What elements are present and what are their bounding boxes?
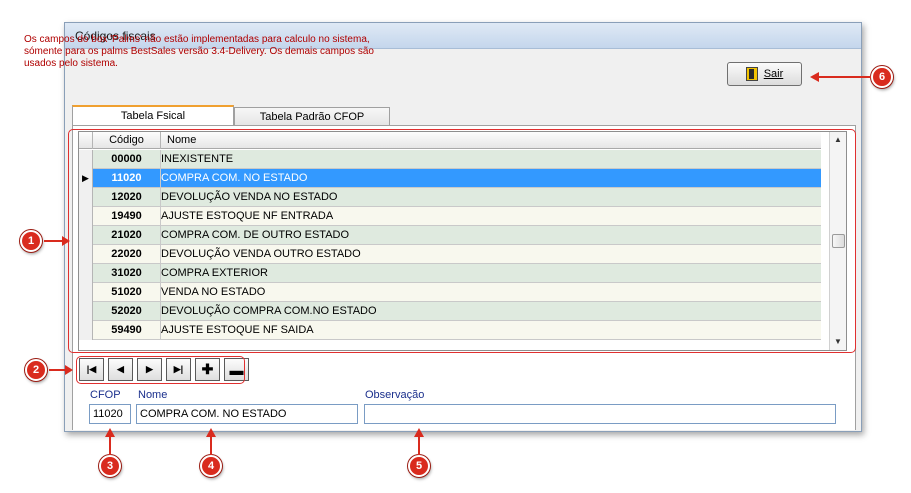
exit-door-icon: [745, 67, 758, 81]
callout-badge-1: 1: [20, 230, 42, 252]
info-message: Os campos do box 'Palms' não estão imple…: [24, 34, 444, 70]
callout-arrowhead-2: [65, 365, 73, 375]
cfop-field[interactable]: 11020: [89, 404, 131, 424]
callout-arrowhead-1: [62, 236, 70, 246]
callout-arrowhead-4: [206, 428, 216, 437]
cfop-label: CFOP: [90, 389, 121, 401]
callout-arrow-1: [44, 240, 64, 242]
callout-arrow-6: [818, 76, 871, 78]
callout-badge-3: 3: [99, 455, 121, 477]
info-line: Os campos do box 'Palms' não estão imple…: [24, 34, 370, 45]
callout-arrow-4: [210, 436, 212, 455]
callout-arrowhead-3: [105, 428, 115, 437]
info-line: sómente para os palms BestSales versão 3…: [24, 46, 374, 57]
callout-badge-4: 4: [200, 455, 222, 477]
nome-label: Nome: [138, 389, 168, 401]
sair-button[interactable]: Sair: [727, 62, 802, 86]
nome-field[interactable]: COMPRA COM. NO ESTADO: [136, 404, 358, 424]
callout-badge-2: 2: [25, 359, 47, 381]
callout-arrow-5: [418, 436, 420, 455]
observacao-label: Observação: [365, 389, 425, 401]
info-line: usados pelo sistema.: [24, 58, 118, 69]
tab-tabela-fiscal[interactable]: Tabela Fsical: [72, 105, 234, 126]
callout-highlight-navigator: [76, 356, 245, 384]
callout-arrowhead-6: [810, 72, 819, 82]
observacao-field[interactable]: [364, 404, 836, 424]
sair-button-label: Sair: [763, 68, 784, 80]
callout-highlight-grid: [68, 129, 856, 353]
callout-arrow-3: [109, 436, 111, 455]
callout-badge-5: 5: [408, 455, 430, 477]
callout-badge-6: 6: [871, 66, 893, 88]
callout-arrowhead-5: [414, 428, 424, 437]
tab-tabela-padrao-cfop[interactable]: Tabela Padrão CFOP: [234, 107, 390, 126]
